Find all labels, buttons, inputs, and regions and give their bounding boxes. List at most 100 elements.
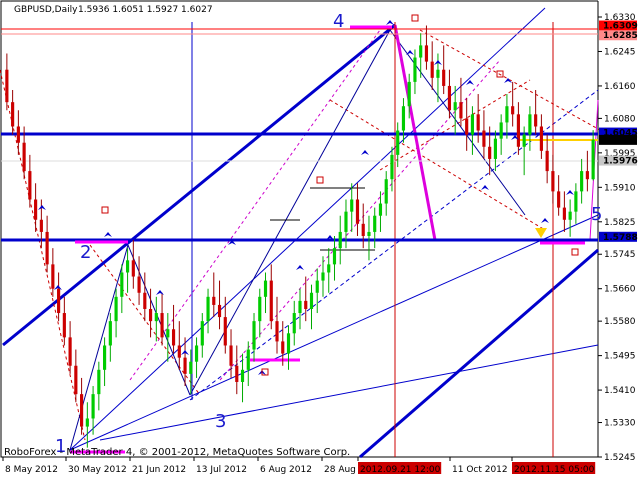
candle-body [103,345,107,370]
candle-body [298,300,302,314]
candle-body [292,313,296,334]
candle-body [108,321,112,346]
candle-body [344,211,348,232]
candle-body [143,292,147,309]
candle-body [373,215,377,232]
candle-body [407,81,411,107]
candle-body [183,357,187,374]
price-chart: 1.6330 1.6245 1.6160 1.6080 1.5995 1.5910 1.58… [0,0,640,480]
chart-svg: 1.63301.62451.61601.60801.59951.59101.58… [0,0,640,480]
candle-body [189,361,193,374]
y-tick-label: 1.5745 [604,250,636,260]
candle-body [436,69,440,78]
price-label: 1.6309 [599,20,638,32]
price-label-text: 1.5976 [603,157,638,167]
candle-body [240,369,245,382]
candle-body [16,126,20,143]
x-tick-label: 21 Jun 2012 [132,465,186,475]
price-label: 1.6027 [599,134,638,146]
copyright-text: RoboForex - MetaTrader 4, © 2001-2012, M… [4,447,350,458]
y-tick-label: 1.5825 [604,218,636,228]
candle-body [235,365,239,382]
candle-body [160,313,164,338]
candle-body [286,333,291,354]
candle-body [470,114,475,135]
price-label-text: 1.6027 [603,136,638,146]
wave-label-3: 3 [215,411,226,432]
candle-body [350,199,354,212]
y-tick-label: 1.5580 [604,317,636,327]
y-tick-label: 1.6080 [604,114,636,124]
price-label: 1.6285 [599,30,638,41]
candle-body [39,219,43,232]
y-tick-label: 1.5330 [604,419,636,429]
candle-body [166,329,170,338]
candle-body [522,134,526,147]
candle-body [223,317,227,346]
candle-body [5,69,9,103]
candle-body [34,199,38,220]
candle-body [534,114,538,127]
candle-body [378,203,383,216]
candle-body [11,102,15,127]
wave-label-5: 5 [591,204,602,225]
candle-body [258,296,262,322]
candle-body [229,345,233,366]
candle-body [511,106,515,115]
candle-body [74,365,78,395]
candle-body [263,280,268,297]
candle-body [465,118,469,135]
ohlc-values: 1.5936 1.6051 1.5927 1.6027 [78,5,213,15]
candle-body [413,57,417,82]
candle-body [177,345,181,358]
candle-body [212,296,216,305]
candle-body [516,114,520,147]
candle-body [315,280,319,293]
wave-label-2: 2 [80,242,91,263]
candle-body [51,264,55,289]
x-tick-label: 11 Oct 2012 [452,465,508,475]
x-tick-label: 30 May 2012 [68,465,127,475]
candle-body [281,341,285,354]
candle-body [200,321,204,346]
price-label: 1.5788 [599,231,638,243]
candle-body [125,260,130,273]
candle-body [148,308,153,322]
candle-body [453,102,457,111]
candle-body [269,280,273,322]
price-label-text: 1.6285 [603,31,638,41]
candle-body [505,106,509,123]
price-label-text: 1.6309 [603,22,638,32]
candle-body [488,146,492,159]
candle-body [154,313,158,322]
y-tick-label: 1.5245 [604,453,636,463]
candle-body [384,179,388,204]
candle-body [304,300,308,309]
candle-body [551,171,555,192]
candle-body [45,231,49,265]
candle-body [419,45,423,58]
candle-body [22,142,26,172]
candle-body [424,45,429,62]
candle-body [476,114,480,131]
candle-body [252,321,256,350]
y-tick-label: 1.5495 [604,352,636,362]
candle-body [390,154,394,180]
candle-body [338,231,342,249]
candle-body [367,231,371,236]
candle-body [217,304,222,318]
price-label-text: 1.5788 [603,233,638,243]
candle-body [206,296,210,322]
candle-body [447,85,452,111]
x-tick-label: 8 May 2012 [5,465,58,475]
y-tick-label: 1.6160 [604,82,636,92]
candle-body [194,345,199,362]
y-tick-label: 1.5910 [604,183,636,193]
candle-body [114,296,118,322]
chart-header: GBPUSD,Daily [14,5,78,15]
candle-body [499,122,503,139]
x-tick-label: 2012.09.21 12:00 [360,465,441,475]
candle-body [28,171,32,200]
candle-body [401,106,406,131]
candle-body [430,61,434,78]
